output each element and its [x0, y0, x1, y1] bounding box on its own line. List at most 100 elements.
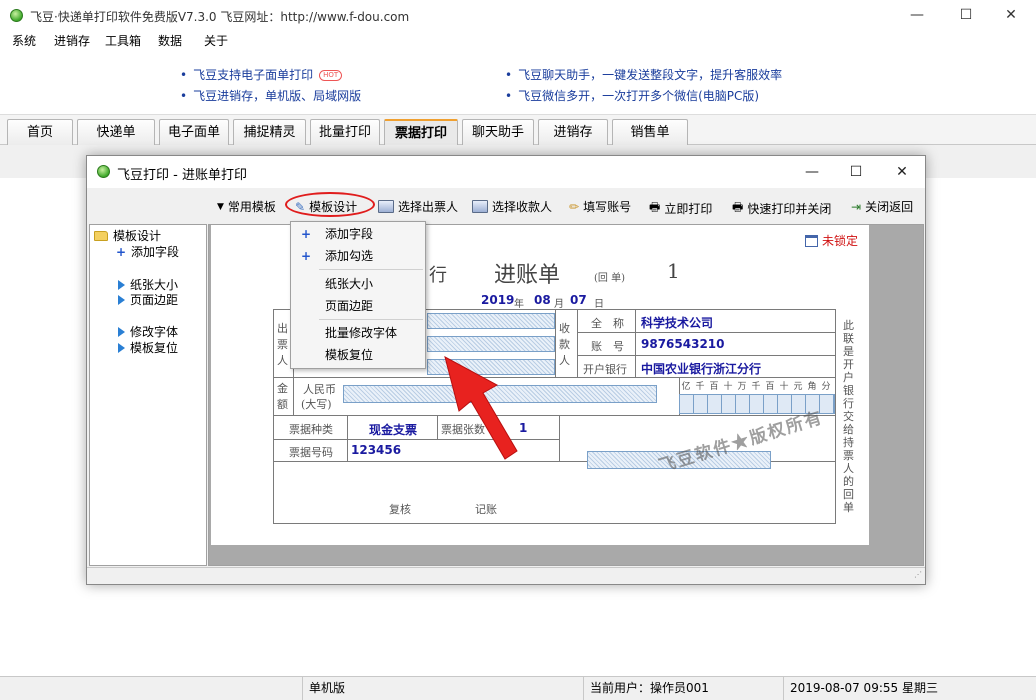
promo-link-ewaybill[interactable]: • 飞豆支持电子面单打印 HOT — [180, 66, 343, 83]
date-month-unit: 月 — [554, 299, 564, 310]
window-title: 飞豆·快递单打印软件免费版V7.3.0 飞豆网址：http://www.f-do… — [30, 10, 410, 24]
dialog-titlebar: 飞豆打印 - 进账单打印 — ☐ ✕ — [87, 156, 925, 188]
digit-label: 千 — [695, 382, 705, 392]
dropdown-batch-font[interactable]: 批量修改字体 — [291, 322, 425, 344]
side-note: 此联是开户银行交给持票人的回单 — [843, 319, 854, 514]
digit-label: 百 — [709, 382, 719, 392]
minimize-button[interactable]: — — [906, 4, 928, 26]
payer-account-field[interactable] — [427, 336, 555, 352]
digit-label: 十 — [779, 382, 789, 392]
tree-root-template-design[interactable]: 模板设计 — [94, 227, 161, 244]
select-payer-button[interactable]: 选择出票人 — [378, 198, 458, 215]
plus-icon: + — [301, 227, 312, 241]
status-mode: 单机版 — [302, 677, 582, 700]
dialog-close-button[interactable]: ✕ — [891, 161, 913, 183]
bill-count-value[interactable]: 1 — [519, 421, 527, 435]
promo-link-wechat-multi[interactable]: • 飞豆微信多开，一次打开多个微信(电脑PC版) — [505, 87, 759, 104]
promo-banner: • 飞豆支持电子面单打印 HOT • 飞豆进销存，单机版、局域网版 • 飞豆聊天助手，一… — [0, 50, 1036, 115]
tree-item-modify-font[interactable]: 修改字体 — [116, 323, 178, 340]
tab-express-bill[interactable]: 快递单 — [77, 119, 155, 145]
menu-bar: 系统 进销存 工具箱 数据 关于 — [0, 30, 1036, 50]
fill-account-button[interactable]: ✏ 填写账号 — [569, 198, 631, 215]
bill-no-value[interactable]: 123456 — [351, 443, 401, 457]
menu-system[interactable]: 系统 — [12, 32, 36, 49]
menu-data[interactable]: 数据 — [158, 32, 182, 49]
bill-no-label: 票据号码 — [289, 446, 333, 459]
exit-door-icon: ⇥ — [851, 199, 862, 214]
dialog-title: 飞豆打印 - 进账单打印 — [117, 168, 247, 183]
tab-batch-print[interactable]: 批量打印 — [310, 119, 380, 145]
status-bar: 单机版 当前用户：操作员001 2019-08-07 09:55 星期三 — [0, 676, 1036, 700]
promo-link-chat-assistant[interactable]: • 飞豆聊天助手，一键发送整段文字，提升客服效率 — [505, 66, 782, 83]
tab-receipt-print[interactable]: 票据打印 — [384, 119, 458, 145]
tree-item-page-margin[interactable]: 页面边距 — [116, 291, 178, 308]
id-card-icon — [472, 200, 488, 213]
tab-capture[interactable]: 捕捉精灵 — [233, 119, 306, 145]
payer-name-field[interactable] — [427, 313, 555, 329]
doc-number: 1 — [667, 259, 680, 283]
digit-label: 十 — [723, 382, 733, 392]
promo-link-inventory[interactable]: • 飞豆进销存，单机版、局域网版 — [180, 87, 361, 104]
payee-name-value[interactable]: 科学技术公司 — [641, 314, 713, 331]
id-card-icon — [378, 200, 394, 213]
date-year[interactable]: 2019 — [481, 293, 514, 307]
print-now-button[interactable]: 🖶 立即打印 — [649, 198, 712, 219]
caret-down-icon: ▼ — [217, 201, 224, 212]
close-return-button[interactable]: ⇥ 关闭返回 — [851, 198, 913, 215]
quick-print-close-button[interactable]: 🖶 快速打印并关闭 — [732, 198, 831, 219]
payee-label: 收款人 — [559, 322, 570, 367]
date-day-unit: 日 — [594, 299, 604, 310]
dropdown-reset-template[interactable]: 模板复位 — [291, 344, 425, 366]
maximize-button[interactable]: ☐ — [955, 4, 977, 26]
dropdown-page-margin[interactable]: 页面边距 — [291, 295, 425, 317]
tree-item-reset-template[interactable]: 模板复位 — [116, 339, 178, 356]
status-user: 当前用户：操作员001 — [583, 677, 783, 700]
tab-electronic-bill[interactable]: 电子面单 — [159, 119, 229, 145]
plus-icon: + — [301, 249, 312, 263]
date-month[interactable]: 08 — [534, 293, 551, 307]
tab-inventory[interactable]: 进销存 — [538, 119, 608, 145]
app-logo-icon — [10, 9, 23, 22]
payer-label: 出票人 — [277, 322, 288, 367]
payee-account-value[interactable]: 9876543210 — [641, 337, 725, 351]
doc-subtitle: (回 单) — [594, 273, 625, 284]
full-name-label: 全 称 — [591, 317, 624, 330]
menu-inventory[interactable]: 进销存 — [54, 32, 90, 49]
dropdown-add-field[interactable]: + 添加字段 — [291, 223, 425, 245]
date-day[interactable]: 07 — [570, 293, 587, 307]
template-design-tree: 模板设计 + 添加字段 纸张大小 页面边距 修改字体 模板复位 — [89, 224, 207, 566]
dialog-toolbar: ▼ 常用模板 ✎ 模板设计 选择出票人 选择收款人 ✏ 填写账号 🖶 立即打印 … — [87, 188, 925, 222]
dialog-minimize-button[interactable]: — — [801, 161, 823, 183]
dropdown-paper-size[interactable]: 纸张大小 — [291, 273, 425, 295]
bill-type-label: 票据种类 — [289, 423, 333, 436]
plus-icon: + — [116, 244, 127, 259]
folder-icon — [94, 230, 108, 241]
common-templates-button[interactable]: ▼ 常用模板 — [217, 198, 276, 215]
bank-label: 开户银行 — [583, 363, 627, 376]
digit-label: 万 — [737, 382, 747, 392]
menu-about[interactable]: 关于 — [204, 32, 228, 49]
dialog-maximize-button[interactable]: ☐ — [845, 161, 867, 183]
select-payee-button[interactable]: 选择收款人 — [472, 198, 552, 215]
highlight-circle-annotation — [285, 192, 375, 217]
lock-status[interactable]: 未锁定 — [805, 232, 858, 249]
bank-title: 行 — [429, 265, 447, 286]
dropdown-separator — [319, 319, 423, 320]
resize-grip-icon[interactable]: ⋰ — [914, 570, 922, 579]
status-datetime: 2019-08-07 09:55 星期三 — [783, 677, 1036, 700]
tab-home[interactable]: 首页 — [7, 119, 73, 145]
dropdown-add-check[interactable]: + 添加勾选 — [291, 245, 425, 267]
tab-chat-assistant[interactable]: 聊天助手 — [462, 119, 534, 145]
triangle-right-icon — [118, 294, 125, 305]
tab-sales-order[interactable]: 销售单 — [612, 119, 688, 145]
bill-type-value[interactable]: 现金支票 — [369, 421, 417, 438]
date-year-unit: 年 — [514, 299, 524, 310]
printer-icon: 🖶 — [732, 200, 744, 214]
close-button[interactable]: ✕ — [1000, 4, 1022, 26]
rmb-upper-label: (大写) — [301, 398, 332, 411]
menu-toolbox[interactable]: 工具箱 — [105, 32, 141, 49]
digit-label: 角 — [807, 382, 817, 392]
tree-item-add-field[interactable]: + 添加字段 — [116, 243, 179, 260]
payee-bank-value[interactable]: 中国农业银行浙江分行 — [641, 360, 761, 377]
calendar-icon — [805, 234, 818, 247]
